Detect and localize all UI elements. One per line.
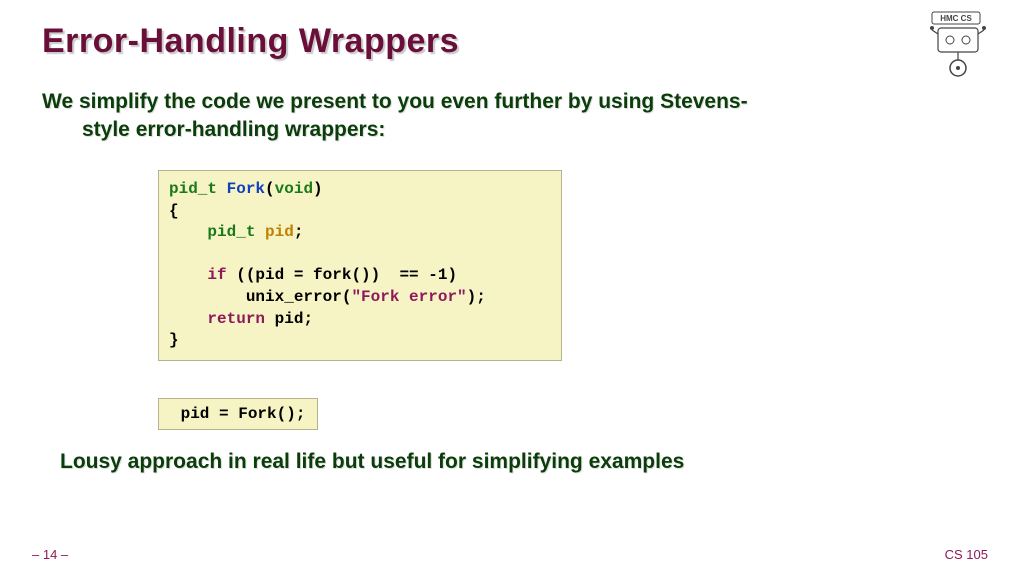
code-token: unix_error(: [246, 288, 352, 306]
code-block-wrapper-def: pid_t Fork(void) { pid_t pid; if ((pid =…: [158, 170, 562, 361]
code-token: "Fork error": [351, 288, 466, 306]
intro-line1: We simplify the code we present to you e…: [42, 90, 748, 113]
code-token: void: [275, 180, 313, 198]
code-token: if: [207, 266, 226, 284]
code-token: (: [265, 180, 275, 198]
slide: Error-Handling Wrappers HMC CS We simpli…: [0, 0, 1024, 576]
code-token: pid: [275, 310, 304, 328]
hmc-cs-logo: HMC CS: [924, 10, 994, 85]
code-token: {: [169, 202, 179, 220]
code-token: [217, 180, 227, 198]
code-token: ): [313, 180, 323, 198]
intro-line2: style error-handling wrappers:: [42, 116, 962, 144]
logo-label: HMC CS: [940, 14, 972, 23]
code-token: ;: [294, 223, 304, 241]
code-token: Fork: [227, 180, 265, 198]
code-token: [255, 223, 265, 241]
code-token: return: [207, 310, 265, 328]
intro-text: We simplify the code we present to you e…: [42, 88, 962, 145]
code-token: ;: [303, 310, 313, 328]
code-token: );: [467, 288, 486, 306]
code-token: }: [169, 331, 179, 349]
code-token: pid_t: [207, 223, 255, 241]
footer-course: CS 105: [945, 547, 988, 562]
code-block-usage: pid = Fork();: [158, 398, 318, 430]
code-token: pid_t: [169, 180, 217, 198]
note-text: Lousy approach in real life but useful f…: [60, 450, 960, 474]
slide-title: Error-Handling Wrappers: [42, 22, 459, 61]
footer-page-number: – 14 –: [32, 547, 68, 562]
code-token: ((pid = fork()) == -1): [236, 266, 457, 284]
code-token: pid: [265, 223, 294, 241]
